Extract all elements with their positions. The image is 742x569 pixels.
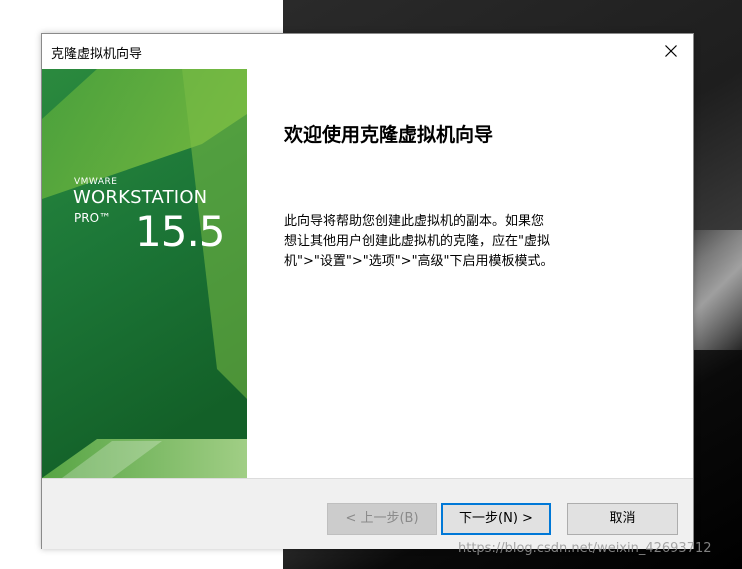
close-button[interactable] <box>649 34 693 68</box>
button-bar: < 上一步(B) 下一步(N) > 取消 <box>42 478 693 549</box>
brand-vmware-text: VMWARE <box>74 177 118 187</box>
next-button[interactable]: 下一步(N) > <box>441 503 551 535</box>
cancel-button[interactable]: 取消 <box>567 503 678 535</box>
screen: 克隆虚拟机向导 VMWARE WORKSTATION PRO™ 15.5 欢迎使… <box>0 0 742 569</box>
brand-version-text: 15.5 <box>135 207 226 256</box>
dialog-title: 克隆虚拟机向导 <box>51 47 143 62</box>
title-bar[interactable]: 克隆虚拟机向导 <box>42 34 693 69</box>
wizard-description: 此向导将帮助您创建此虚拟机的副本。如果您想让其他用户创建此虚拟机的克隆，应在"虚… <box>284 214 554 269</box>
watermark-text: https://blog.csdn.net/weixin_42693712 <box>458 541 712 556</box>
back-button[interactable]: < 上一步(B) <box>327 503 437 535</box>
banner-graphic <box>42 69 247 478</box>
close-icon <box>665 45 677 57</box>
wizard-heading: 欢迎使用克隆虚拟机向导 <box>284 124 494 146</box>
product-banner: VMWARE WORKSTATION PRO™ 15.5 <box>42 69 247 478</box>
clone-vm-wizard-dialog: 克隆虚拟机向导 VMWARE WORKSTATION PRO™ 15.5 欢迎使… <box>41 33 694 549</box>
brand-workstation-text: WORKSTATION <box>73 187 208 208</box>
brand-pro-text: PRO™ <box>74 211 112 225</box>
